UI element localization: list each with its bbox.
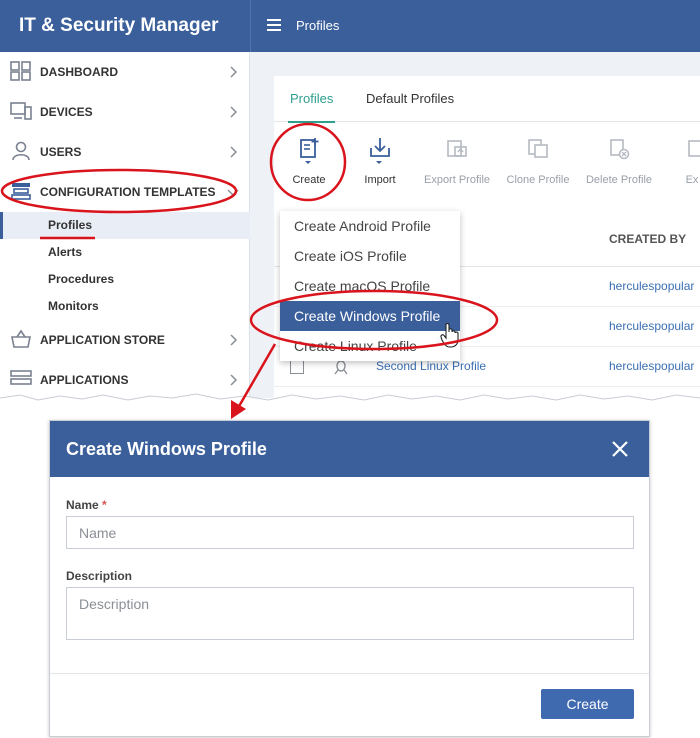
import-icon bbox=[370, 138, 390, 164]
sidebar-subitem-procedures[interactable]: Procedures bbox=[0, 266, 250, 293]
more-toolbar-label: Ex bbox=[685, 174, 699, 186]
column-header-created-by[interactable]: CREATED BY bbox=[609, 232, 686, 246]
created-by-link[interactable]: herculespopular bbox=[609, 319, 694, 333]
page-title: Profiles bbox=[296, 18, 340, 33]
name-label-text: Name bbox=[66, 498, 99, 512]
export-icon bbox=[447, 140, 467, 157]
row-checkbox[interactable] bbox=[290, 360, 304, 374]
sidebar-item-users[interactable]: USERS bbox=[0, 132, 250, 172]
dialog-title: Create Windows Profile bbox=[66, 439, 267, 459]
delete-profile-label: Delete Profile bbox=[585, 174, 653, 186]
name-field-label: Name * bbox=[66, 498, 107, 512]
sidebar-subitem-monitors[interactable]: Monitors bbox=[0, 293, 250, 320]
sidebar-subitem-label: Profiles bbox=[48, 218, 93, 232]
chevron-right-icon bbox=[230, 146, 238, 158]
import-button[interactable]: Import bbox=[340, 136, 420, 186]
sidebar-item-label: CONFIGURATION TEMPLATES bbox=[40, 185, 216, 199]
sidebar-subitem-label: Procedures bbox=[48, 272, 115, 286]
sidebar-item-label: DEVICES bbox=[40, 105, 93, 119]
more-toolbar-button[interactable]: Ex bbox=[652, 136, 700, 186]
export-icon bbox=[688, 140, 700, 157]
clone-profile-label: Clone Profile bbox=[506, 174, 570, 186]
chevron-right-icon bbox=[230, 106, 238, 118]
menu-icon[interactable] bbox=[267, 19, 281, 31]
active-indicator bbox=[0, 212, 3, 239]
stage: IT & Security Manager Profiles DASHBOARD… bbox=[0, 0, 700, 738]
create-submit-button[interactable]: Create bbox=[541, 689, 634, 719]
menu-item-create-android-profile[interactable]: Create Android Profile bbox=[280, 211, 460, 241]
sidebar-subitem-alerts[interactable]: Alerts bbox=[0, 239, 250, 266]
torn-edge bbox=[0, 393, 700, 405]
sidebar-subitem-label: Monitors bbox=[48, 299, 99, 313]
users-icon bbox=[12, 141, 30, 161]
sidebar-item-label: APPLICATION STORE bbox=[40, 333, 165, 347]
clone-icon bbox=[528, 139, 548, 158]
tab-profiles[interactable]: Profiles bbox=[288, 76, 336, 123]
profile-name-link[interactable]: Second Linux Profile bbox=[376, 359, 486, 373]
dashboard-icon bbox=[10, 61, 31, 81]
active-tab-underline bbox=[288, 121, 336, 123]
menu-item-create-windows-profile[interactable]: Create Windows Profile bbox=[280, 301, 460, 331]
create-dropdown-menu: Create Android Profile Create iOS Profil… bbox=[280, 211, 460, 361]
dialog-header: Create Windows Profile bbox=[50, 421, 649, 477]
dialog-divider bbox=[50, 673, 649, 674]
hand-cursor-icon bbox=[440, 322, 459, 348]
sidebar-item-application-store[interactable]: APPLICATION STORE bbox=[0, 320, 250, 360]
chevron-right-icon bbox=[230, 334, 238, 346]
tab-bar: Profiles Default Profiles bbox=[274, 76, 700, 123]
created-by-link[interactable]: herculespopular bbox=[609, 359, 694, 373]
export-profile-button[interactable]: Export Profile bbox=[417, 136, 497, 186]
sidebar-item-devices[interactable]: DEVICES bbox=[0, 92, 250, 132]
create-profile-icon bbox=[300, 138, 319, 164]
top-bar: Profiles bbox=[250, 0, 700, 52]
templates-icon bbox=[11, 183, 31, 200]
menu-item-create-macos-profile[interactable]: Create macOS Profile bbox=[280, 271, 460, 301]
tab-label: Default Profiles bbox=[366, 91, 455, 106]
app-brand: IT & Security Manager bbox=[0, 0, 250, 52]
menu-item-create-linux-profile[interactable]: Create Linux Profile bbox=[280, 331, 460, 361]
menu-item-create-ios-profile[interactable]: Create iOS Profile bbox=[280, 241, 460, 271]
chevron-down-icon bbox=[227, 189, 239, 197]
app-screenshot: IT & Security Manager Profiles DASHBOARD… bbox=[0, 0, 700, 398]
clone-profile-button[interactable]: Clone Profile bbox=[498, 136, 578, 186]
create-button-label: Create bbox=[292, 174, 326, 186]
delete-icon bbox=[610, 139, 630, 160]
export-profile-label: Export Profile bbox=[423, 174, 491, 186]
chevron-right-icon bbox=[230, 66, 238, 78]
sidebar-item-configuration-templates[interactable]: CONFIGURATION TEMPLATES bbox=[0, 172, 250, 212]
linux-icon bbox=[334, 360, 348, 375]
required-marker: * bbox=[102, 498, 107, 512]
description-field-label: Description bbox=[66, 569, 133, 583]
description-textarea[interactable] bbox=[66, 587, 634, 640]
create-windows-profile-dialog: Create Windows Profile Name * Descriptio… bbox=[49, 420, 650, 737]
import-button-label: Import bbox=[364, 174, 396, 186]
sidebar-item-label: DASHBOARD bbox=[40, 65, 118, 79]
store-icon bbox=[11, 329, 31, 348]
tab-default-profiles[interactable]: Default Profiles bbox=[366, 76, 454, 122]
delete-profile-button[interactable]: Delete Profile bbox=[579, 136, 659, 186]
devices-icon bbox=[10, 102, 32, 120]
tab-label: Profiles bbox=[290, 91, 334, 106]
close-icon[interactable] bbox=[611, 440, 629, 458]
sidebar-item-label: USERS bbox=[40, 145, 82, 159]
sidebar-subitem-profiles[interactable]: Profiles bbox=[0, 212, 250, 239]
sidebar-item-dashboard[interactable]: DASHBOARD bbox=[0, 52, 250, 92]
sidebar: DASHBOARD DEVICES USERS CONFIGURATION TE… bbox=[0, 52, 250, 398]
create-button[interactable]: Create bbox=[269, 136, 349, 186]
sidebar-subitem-label: Alerts bbox=[48, 245, 83, 259]
created-by-link[interactable]: herculespopular bbox=[609, 279, 694, 293]
name-input[interactable] bbox=[66, 516, 634, 549]
